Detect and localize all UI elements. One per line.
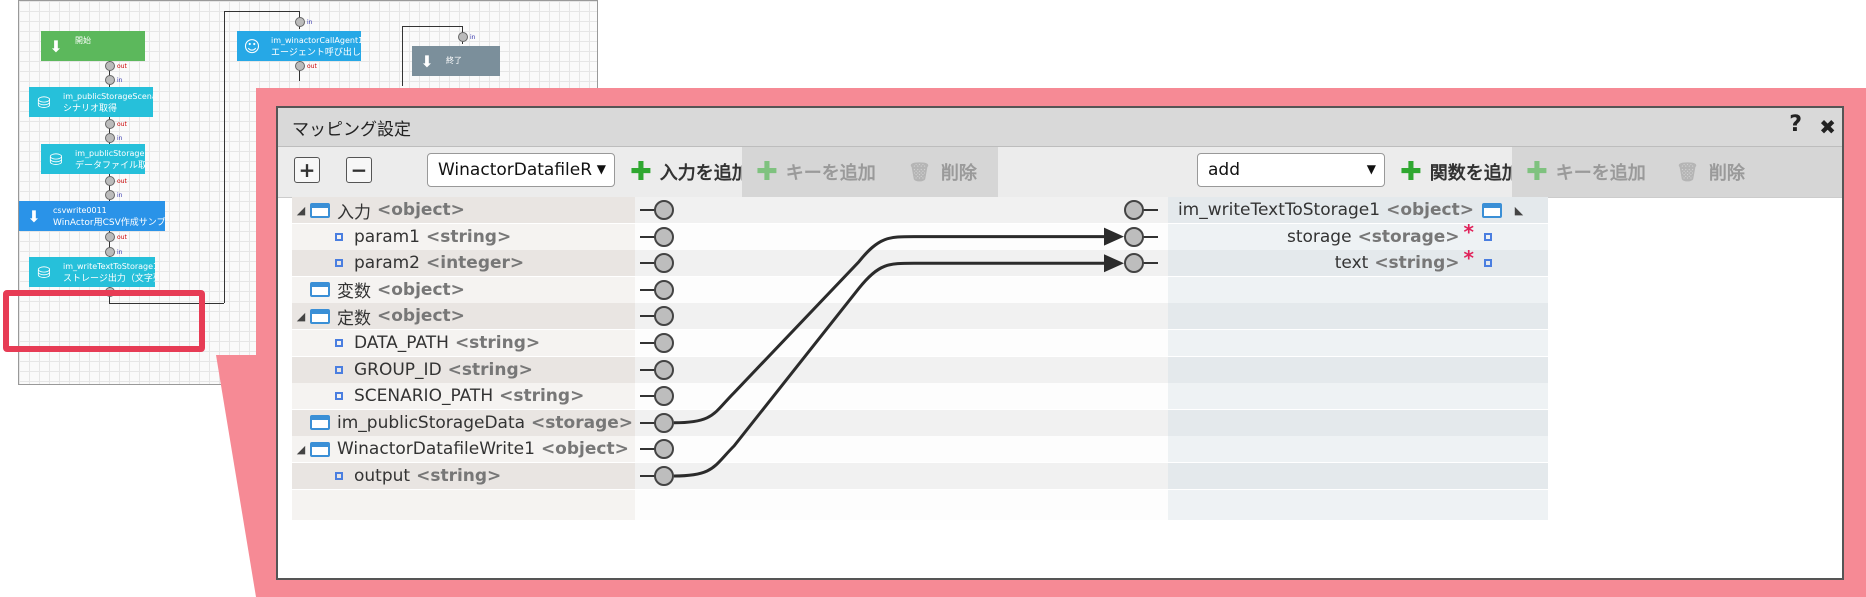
add-input-label: 入力を追加 xyxy=(659,163,750,184)
mapping-lines xyxy=(673,227,1124,478)
source-connector[interactable] xyxy=(654,333,674,353)
source-connector[interactable] xyxy=(654,466,674,486)
target-connector[interactable] xyxy=(1124,200,1144,220)
trash-icon: 🗑 xyxy=(1676,161,1699,183)
input-source-select[interactable]: WinactorDatafileR ▼ xyxy=(427,153,615,187)
source-connector[interactable] xyxy=(654,412,674,433)
target-connector[interactable] xyxy=(1124,226,1144,247)
plus-icon: ✚ xyxy=(756,157,778,187)
plus-icon: ✚ xyxy=(1526,157,1548,187)
delete-left-label: 削除 xyxy=(940,163,977,184)
input-source-value: WinactorDatafileR xyxy=(438,160,593,180)
dialog-toolbar: + − WinactorDatafileR ▼ ✚ 入力を追加 ✚ キーを追加 … xyxy=(278,147,1842,198)
delete-right-label: 削除 xyxy=(1708,163,1745,184)
source-connector[interactable] xyxy=(654,200,674,220)
mapping-area: im_writeTextToStorage1 <object> ◣ storage <s… xyxy=(278,197,1842,578)
function-select-value: add xyxy=(1208,160,1240,180)
add-key-right-label: キーを追加 xyxy=(1555,163,1646,184)
source-connector[interactable] xyxy=(654,359,674,380)
dialog-titlebar[interactable]: マッピング設定 ? ✖ xyxy=(278,108,1842,147)
delete-left-button[interactable]: 🗑 削除 xyxy=(894,147,998,197)
trash-icon: 🗑 xyxy=(908,161,931,183)
plus-icon: ✚ xyxy=(1400,157,1422,187)
mapping-line[interactable] xyxy=(673,261,1106,478)
delete-right-button[interactable]: 🗑 削除 xyxy=(1662,147,1842,197)
dialog-title: マッピング設定 xyxy=(292,119,411,140)
mapping-arrowhead xyxy=(1104,254,1124,273)
expand-all-button[interactable]: + xyxy=(294,157,320,183)
source-connector[interactable] xyxy=(654,226,674,247)
close-icon[interactable]: ✖ xyxy=(1819,115,1836,139)
function-select[interactable]: add ▼ xyxy=(1197,153,1385,187)
add-key-right-button[interactable]: ✚ キーを追加 xyxy=(1512,147,1662,197)
mapping-arrowhead xyxy=(1104,227,1124,246)
mapping-dialog: マッピング設定 ? ✖ + − WinactorDatafileR ▼ ✚ 入力… xyxy=(276,106,1844,580)
add-function-label: 関数を追加 xyxy=(1429,163,1520,184)
chevron-down-icon: ▼ xyxy=(596,162,606,176)
plus-icon: ✚ xyxy=(630,157,652,187)
add-key-left-label: キーを追加 xyxy=(785,163,876,184)
source-connector[interactable] xyxy=(654,279,674,300)
add-key-left-button[interactable]: ✚ キーを追加 xyxy=(742,147,894,197)
selected-node-highlight xyxy=(3,290,205,352)
chevron-down-icon: ▼ xyxy=(1366,162,1376,176)
help-icon[interactable]: ? xyxy=(1789,112,1802,137)
collapse-all-button[interactable]: − xyxy=(346,157,372,183)
